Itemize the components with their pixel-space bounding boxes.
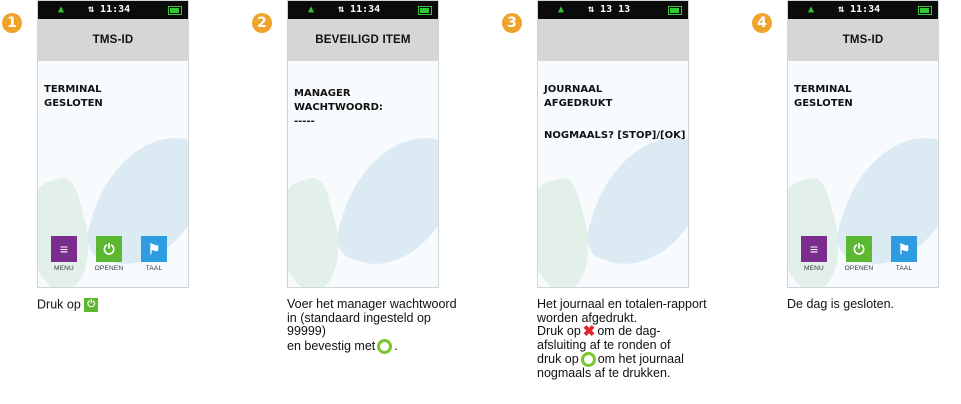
screen-body: MANAGER WACHTWOORD: ----- xyxy=(288,61,438,287)
cancel-x-icon: ✖ xyxy=(582,323,596,340)
step-number-badge: 2 xyxy=(252,13,272,33)
terminal-screen: ▲ ⇅ 11:34 TMS-ID TERMINAL GESLOTEN ≡ MEN… xyxy=(787,0,939,288)
language-button[interactable]: ⚑ TAAL xyxy=(884,236,924,272)
step-2: 2 ▲ ⇅ 11:34 BEVEILIGD ITEM MANAGER WACHT… xyxy=(252,0,457,404)
status-time: ⇅ 11:34 xyxy=(838,4,881,15)
battery-icon xyxy=(418,6,432,15)
soft-buttons: ≡ MENU ⏻ OPENEN ⚑ TAAL xyxy=(44,236,174,272)
status-time: ⇅ 11:34 xyxy=(338,4,381,15)
screen-body: JOURNAAL AFGEDRUKT NOGMAALS? [STOP]/[OK] xyxy=(538,61,688,287)
menu-button[interactable]: ≡ MENU xyxy=(44,236,84,272)
ok-ring-icon xyxy=(377,338,393,354)
screen-title xyxy=(538,19,688,61)
screen-body: TERMINAL GESLOTEN ≡ MENU ⏻ OPENEN ⚑ TAAL xyxy=(788,61,938,287)
password-field[interactable]: ----- xyxy=(294,115,438,129)
power-icon: ⏻ xyxy=(846,236,872,262)
wifi-icon: ▲ xyxy=(558,4,565,15)
screen-title: BEVEILIGD ITEM xyxy=(288,19,438,61)
step-4: 4 ▲ ⇅ 11:34 TMS-ID TERMINAL GESLOTEN ≡ M… xyxy=(752,0,952,404)
wifi-icon: ▲ xyxy=(808,4,815,15)
step-caption: Het journaal en totalen-rapport worden a… xyxy=(537,297,707,381)
status-bar: ▲ ⇅ 11:34 xyxy=(288,1,438,19)
soft-buttons: ≡ MENU ⏻ OPENEN ⚑ TAAL xyxy=(794,236,924,272)
screen-message: TERMINAL GESLOTEN xyxy=(44,84,103,109)
step-number-badge: 4 xyxy=(752,13,772,33)
step-caption: De dag is gesloten. xyxy=(787,297,895,311)
open-button[interactable]: ⏻ OPENEN xyxy=(839,236,879,272)
step-number-badge: 1 xyxy=(2,13,22,33)
step-1: 1 ▲ ⇅ 11:34 TMS-ID TERMINAL GESLOTEN ≡ M… xyxy=(2,0,202,404)
battery-icon xyxy=(918,6,932,15)
terminal-screen: ▲ ⇅ 11:34 TMS-ID TERMINAL GESLOTEN ≡ MEN… xyxy=(37,0,189,288)
flag-icon: ⚑ xyxy=(141,236,167,262)
status-bar: ▲ ⇅ 11:34 xyxy=(38,1,188,19)
screen-message: MANAGER WACHTWOORD: ----- xyxy=(294,87,438,129)
open-button[interactable]: ⏻ OPENEN xyxy=(89,236,129,272)
screen-message: JOURNAAL AFGEDRUKT NOGMAALS? [STOP]/[OK] xyxy=(544,84,686,141)
wifi-icon: ▲ xyxy=(308,4,315,15)
terminal-screen: ▲ ⇅ 13 13 JOURNAAL AFGEDRUKT NOGMAALS? [… xyxy=(537,0,689,288)
menu-button[interactable]: ≡ MENU xyxy=(794,236,834,272)
step-caption: Druk op ⏻ xyxy=(37,298,212,312)
wifi-icon: ▲ xyxy=(58,4,65,15)
screen-body: TERMINAL GESLOTEN ≡ MENU ⏻ OPENEN ⚑ TAAL xyxy=(38,61,188,287)
step-number-badge: 3 xyxy=(502,13,522,33)
status-time: ⇅ 11:34 xyxy=(88,4,131,15)
status-bar: ▲ ⇅ 11:34 xyxy=(788,1,938,19)
terminal-screen: ▲ ⇅ 11:34 BEVEILIGD ITEM MANAGER WACHTWO… xyxy=(287,0,439,288)
language-button[interactable]: ⚑ TAAL xyxy=(134,236,174,272)
battery-icon xyxy=(168,6,182,15)
step-3: 3 ▲ ⇅ 13 13 JOURNAAL AFGEDRUKT NOGMAALS?… xyxy=(502,0,707,404)
power-icon: ⏻ xyxy=(84,298,99,312)
status-bar: ▲ ⇅ 13 13 xyxy=(538,1,688,19)
screen-message: TERMINAL GESLOTEN xyxy=(794,84,853,109)
flag-icon: ⚑ xyxy=(891,236,917,262)
list-icon: ≡ xyxy=(801,236,827,262)
power-icon: ⏻ xyxy=(96,236,122,262)
screen-title: TMS-ID xyxy=(38,19,188,61)
ok-ring-icon xyxy=(580,352,596,368)
status-time: ⇅ 13 13 xyxy=(588,4,631,15)
battery-icon xyxy=(668,6,682,15)
list-icon: ≡ xyxy=(51,236,77,262)
screen-title: TMS-ID xyxy=(788,19,938,61)
step-caption: Voer het manager wachtwoord in (standaar… xyxy=(287,297,457,354)
